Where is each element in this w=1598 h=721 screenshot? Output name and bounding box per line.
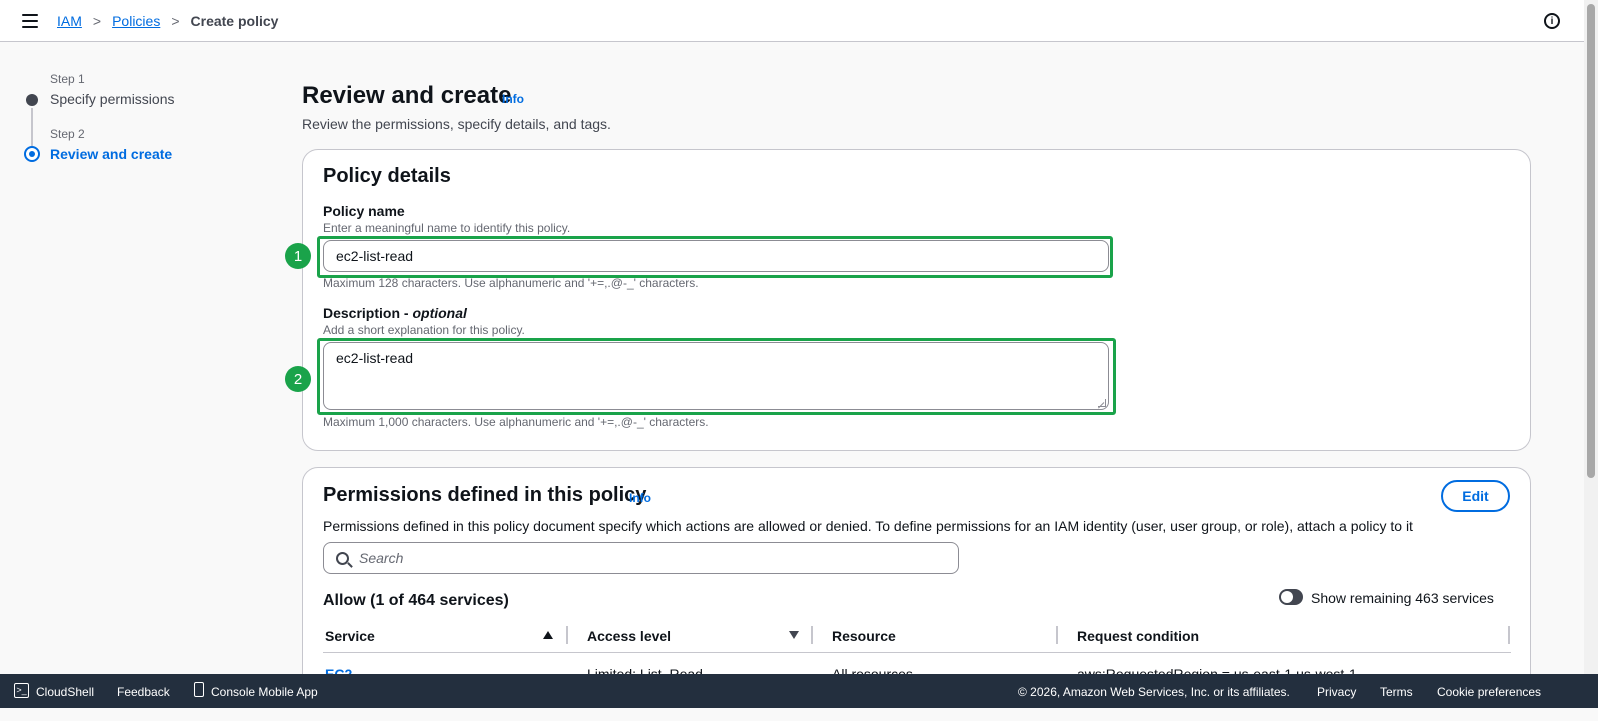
search-placeholder: Search: [359, 550, 404, 566]
allow-section-title: Allow (1 of 464 services): [323, 592, 509, 609]
policy-name-description: Enter a meaningful name to identify this…: [323, 221, 571, 235]
marker-2: 2: [285, 366, 311, 392]
breadcrumb-policies[interactable]: Policies: [112, 13, 160, 29]
column-request-condition: Request condition: [1077, 628, 1200, 644]
chevron-right-icon: >: [171, 13, 180, 29]
column-divider[interactable]: [1508, 626, 1510, 644]
cookie-preferences-link[interactable]: Cookie preferences: [1437, 685, 1541, 699]
edit-button[interactable]: Edit: [1441, 480, 1510, 512]
step-current-icon: [24, 146, 40, 162]
step-2-title[interactable]: Review and create: [50, 146, 172, 162]
menu-icon[interactable]: [22, 14, 38, 28]
step-1-title[interactable]: Specify permissions: [50, 91, 175, 107]
page-subtitle: Review the permissions, specify details,…: [302, 116, 611, 132]
breadcrumb-current: Create policy: [190, 13, 279, 29]
step-connector: [31, 108, 33, 146]
description-textarea[interactable]: ec2-list-read: [323, 342, 1109, 410]
page-info-link[interactable]: Info: [502, 92, 524, 106]
policy-name-input[interactable]: ec2-list-read: [323, 240, 1109, 272]
sort-unsorted-icon[interactable]: [789, 631, 799, 639]
table-header: Service Access level Resource Request co…: [323, 620, 1511, 653]
terms-link[interactable]: Terms: [1380, 685, 1413, 699]
console-mobile-app-link[interactable]: Console Mobile App: [211, 685, 318, 699]
breadcrumb: IAM > Policies > Create policy: [57, 13, 278, 29]
policy-name-constraint: Maximum 128 characters. Use alphanumeric…: [323, 276, 699, 290]
description-value: ec2-list-read: [336, 350, 414, 366]
description-label: Description - optional: [323, 305, 467, 321]
breadcrumb-iam[interactable]: IAM: [57, 13, 82, 29]
sort-ascending-icon[interactable]: [543, 631, 553, 639]
permissions-card: Permissions defined in this policy Info …: [302, 467, 1531, 697]
permissions-title: Permissions defined in this policy: [323, 484, 647, 506]
page-title: Review and create: [302, 82, 512, 109]
description-help: Add a short explanation for this policy.: [323, 323, 525, 337]
description-constraint: Maximum 1,000 characters. Use alphanumer…: [323, 415, 709, 429]
policy-details-card: Policy details Policy name Enter a meani…: [302, 149, 1531, 451]
marker-1: 1: [285, 243, 311, 269]
permissions-description: Permissions defined in this policy docum…: [323, 518, 1413, 534]
column-resource: Resource: [832, 628, 896, 644]
cloudshell-icon[interactable]: >_: [14, 683, 29, 698]
top-nav: IAM > Policies > Create policy i: [0, 0, 1584, 42]
copyright-text: © 2026, Amazon Web Services, Inc. or its…: [1018, 685, 1290, 699]
column-service[interactable]: Service: [325, 628, 375, 644]
column-access-level[interactable]: Access level: [587, 628, 671, 644]
step-1-label: Step 1: [50, 72, 85, 86]
permissions-info-link[interactable]: Info: [629, 491, 651, 505]
search-input[interactable]: Search: [323, 542, 959, 574]
policy-name-value: ec2-list-read: [336, 248, 414, 264]
mobile-app-icon[interactable]: [194, 682, 204, 697]
show-remaining-toggle[interactable]: [1279, 589, 1303, 605]
chevron-right-icon: >: [92, 13, 102, 29]
scrollbar[interactable]: [1584, 0, 1598, 687]
column-divider[interactable]: [566, 626, 568, 644]
scrollbar-thumb[interactable]: [1587, 4, 1595, 478]
step-complete-icon: [26, 94, 38, 106]
policy-name-label: Policy name: [323, 203, 405, 219]
resize-handle-icon[interactable]: [1098, 399, 1106, 407]
console-footer: >_ CloudShell Feedback Console Mobile Ap…: [0, 674, 1598, 708]
info-icon[interactable]: i: [1544, 13, 1560, 29]
show-remaining-label: Show remaining 463 services: [1311, 590, 1494, 606]
privacy-link[interactable]: Privacy: [1317, 685, 1356, 699]
column-divider[interactable]: [1056, 626, 1058, 644]
policy-details-title: Policy details: [323, 165, 451, 187]
step-2-label: Step 2: [50, 127, 85, 141]
cloudshell-link[interactable]: CloudShell: [36, 685, 94, 699]
bottom-strip: [0, 708, 1598, 721]
search-icon: [336, 551, 349, 565]
feedback-link[interactable]: Feedback: [117, 685, 170, 699]
column-divider[interactable]: [811, 626, 813, 644]
